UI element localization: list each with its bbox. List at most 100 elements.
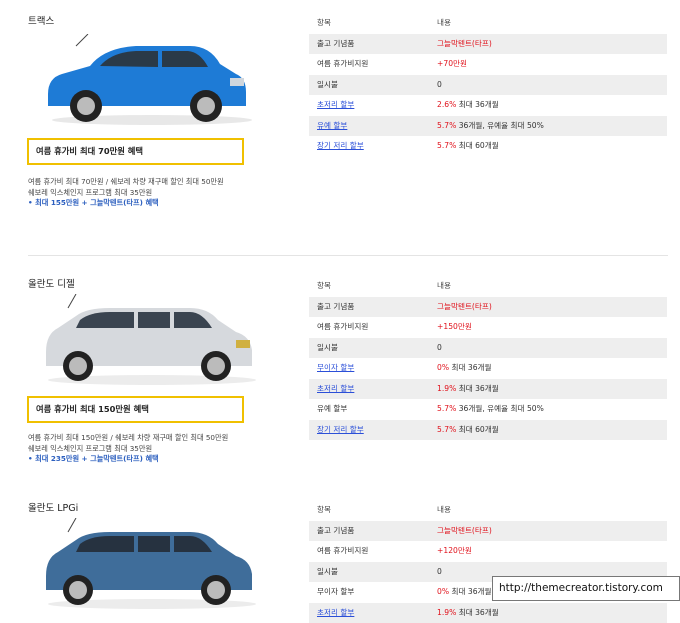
row-value: 1.9% 최대 36개월	[437, 603, 499, 623]
orlando-diesel-car-image[interactable]	[40, 294, 262, 386]
row-value: 0% 최대 36개월	[437, 358, 492, 379]
row-value: 0% 최대 36개월	[437, 582, 492, 603]
value-text: 최대 36개월	[459, 608, 499, 617]
note-line: 여름 휴가비 최대 150만원 / 쉐보레 차량 재구매 할인 최대 50만원	[28, 433, 228, 444]
value-text: 36개월, 유예율 최대 50%	[459, 404, 544, 413]
row-value: 2.6% 최대 36개월	[437, 95, 499, 116]
row-value: 그늘막텐트(타프)	[437, 297, 492, 318]
row-label: 여름 휴가비지원	[317, 317, 368, 338]
installment-link[interactable]: 장기 저리 할부	[317, 136, 364, 157]
row-value: 내용	[437, 500, 451, 521]
trax-car-image[interactable]	[40, 34, 262, 126]
row-label: 여름 휴가비지원	[317, 541, 368, 562]
interest-rate: 5.7%	[437, 121, 456, 130]
table-header-row: 항목 내용	[309, 13, 667, 34]
promo-notes: 여름 휴가비 최대 150만원 / 쉐보레 차량 재구매 할인 최대 50만원 …	[28, 433, 228, 465]
interest-rate: 5.7%	[437, 404, 456, 413]
value-text: 0	[437, 343, 442, 352]
row-value: 내용	[437, 13, 451, 34]
total-benefit: • 최대 235만원 + 그늘막텐트(타프) 혜택	[28, 454, 228, 465]
table-row: 유예 할부 5.7% 36개월, 유예율 최대 50%	[309, 116, 667, 137]
note-line: 쉐보레 익스체인지 프로그램 최대 35만원	[28, 444, 228, 455]
promo-notes: 여름 휴가비 최대 70만원 / 쉐보레 차량 재구매 할인 최대 50만원 쉐…	[28, 177, 224, 209]
value-text: 그늘막텐트(타프)	[437, 526, 492, 535]
row-value: 0	[437, 562, 442, 583]
row-label: 일시불	[317, 75, 338, 96]
note-line: 여름 휴가비 최대 70만원 / 쉐보레 차량 재구매 할인 최대 50만원	[28, 177, 224, 188]
value-text: 최대 36개월	[451, 587, 491, 596]
row-value: 5.7% 36개월, 유예율 최대 50%	[437, 399, 544, 420]
value-text: 내용	[437, 18, 451, 27]
installment-link[interactable]: 유예 할부	[317, 116, 347, 137]
car-name: 올란도 LPGi	[28, 500, 78, 514]
row-label: 항목	[317, 13, 331, 34]
row-label: 유예 할부	[317, 399, 347, 420]
row-value: 0	[437, 338, 442, 359]
row-value: +120만원	[437, 541, 472, 562]
interest-rate: 1.9%	[437, 608, 456, 617]
benefit-table: 항목내용출고 기념품그늘막텐트(타프)여름 휴가비지원+150만원일시불0무이자…	[309, 276, 667, 440]
table-row: 장기 저리 할부 5.7% 최대 60개월	[309, 420, 667, 441]
row-label: 항목	[317, 276, 331, 297]
interest-rate: 0%	[437, 587, 449, 596]
table-header-row: 항목 내용	[309, 276, 667, 297]
promo-text: 여름 휴가비 최대 70만원 혜택	[36, 146, 143, 156]
value-text: 최대 36개월	[451, 363, 491, 372]
table-row: 초저리 할부 2.6% 최대 36개월	[309, 95, 667, 116]
installment-link[interactable]: 초저리 할부	[317, 603, 354, 623]
row-label: 출고 기념품	[317, 34, 354, 55]
row-value: +70만원	[437, 54, 467, 75]
value-text: +120만원	[437, 546, 472, 555]
car-name: 트랙스	[28, 13, 54, 27]
installment-link[interactable]: 무이자 할부	[317, 358, 354, 379]
table-row: 여름 휴가비지원 +120만원	[309, 541, 667, 562]
benefit-table: 항목 내용출고 기념품 그늘막텐트(타프) 여름 휴가비지원 +70만원일시불 0 초저리 …	[309, 13, 667, 157]
table-row: 무이자 할부 0% 최대 36개월	[309, 358, 667, 379]
value-text: 0	[437, 567, 442, 576]
row-value: 5.7% 최대 60개월	[437, 136, 499, 157]
value-text: 최대 36개월	[459, 384, 499, 393]
promo-text: 여름 휴가비 최대 150만원 혜택	[36, 404, 149, 414]
promo-box: 여름 휴가비 최대 70만원 혜택	[27, 138, 244, 165]
interest-rate: 2.6%	[437, 100, 456, 109]
table-row: 초저리 할부 1.9% 최대 36개월	[309, 603, 667, 623]
value-text: 내용	[437, 281, 451, 290]
value-text: 최대 36개월	[459, 100, 499, 109]
value-text: +150만원	[437, 322, 472, 331]
interest-rate: 1.9%	[437, 384, 456, 393]
table-header-row: 항목 내용	[309, 500, 667, 521]
table-row: 일시불 0	[309, 75, 667, 96]
watermark-url: http://themecreator.tistory.com	[492, 576, 680, 601]
table-row: 초저리 할부 1.9% 최대 36개월	[309, 379, 667, 400]
car-name: 올란도 디젤	[28, 276, 75, 290]
row-label: 출고 기념품	[317, 521, 354, 542]
interest-rate: 5.7%	[437, 425, 456, 434]
installment-link[interactable]: 초저리 할부	[317, 95, 354, 116]
row-value: 5.7% 36개월, 유예율 최대 50%	[437, 116, 544, 137]
total-benefit: • 최대 155만원 + 그늘막텐트(타프) 혜택	[28, 198, 224, 209]
orlando-lpgi-car-image[interactable]	[40, 518, 262, 610]
value-text: 36개월, 유예율 최대 50%	[459, 121, 544, 130]
table-row: 여름 휴가비지원 +150만원	[309, 317, 667, 338]
installment-link[interactable]: 장기 저리 할부	[317, 420, 364, 441]
value-text: 그늘막텐트(타프)	[437, 39, 492, 48]
value-text: 최대 60개월	[459, 141, 499, 150]
table-row: 장기 저리 할부 5.7% 최대 60개월	[309, 136, 667, 157]
row-value: 0	[437, 75, 442, 96]
interest-rate: 0%	[437, 363, 449, 372]
row-label: 항목	[317, 500, 331, 521]
row-value: 1.9% 최대 36개월	[437, 379, 499, 400]
benefit-table: 항목내용출고 기념품그늘막텐트(타프)여름 휴가비지원+120만원일시불0무이자…	[309, 500, 667, 623]
row-value: 그늘막텐트(타프)	[437, 521, 492, 542]
row-value: +150만원	[437, 317, 472, 338]
row-value: 5.7% 최대 60개월	[437, 420, 499, 441]
note-line: 쉐보레 익스체인지 프로그램 최대 35만원	[28, 188, 224, 199]
installment-link[interactable]: 초저리 할부	[317, 379, 354, 400]
row-value: 내용	[437, 276, 451, 297]
table-row: 출고 기념품 그늘막텐트(타프)	[309, 297, 667, 318]
value-text: 내용	[437, 505, 451, 514]
row-label: 출고 기념품	[317, 297, 354, 318]
row-label: 여름 휴가비지원	[317, 54, 368, 75]
table-row: 출고 기념품 그늘막텐트(타프)	[309, 34, 667, 55]
value-text: 0	[437, 80, 442, 89]
